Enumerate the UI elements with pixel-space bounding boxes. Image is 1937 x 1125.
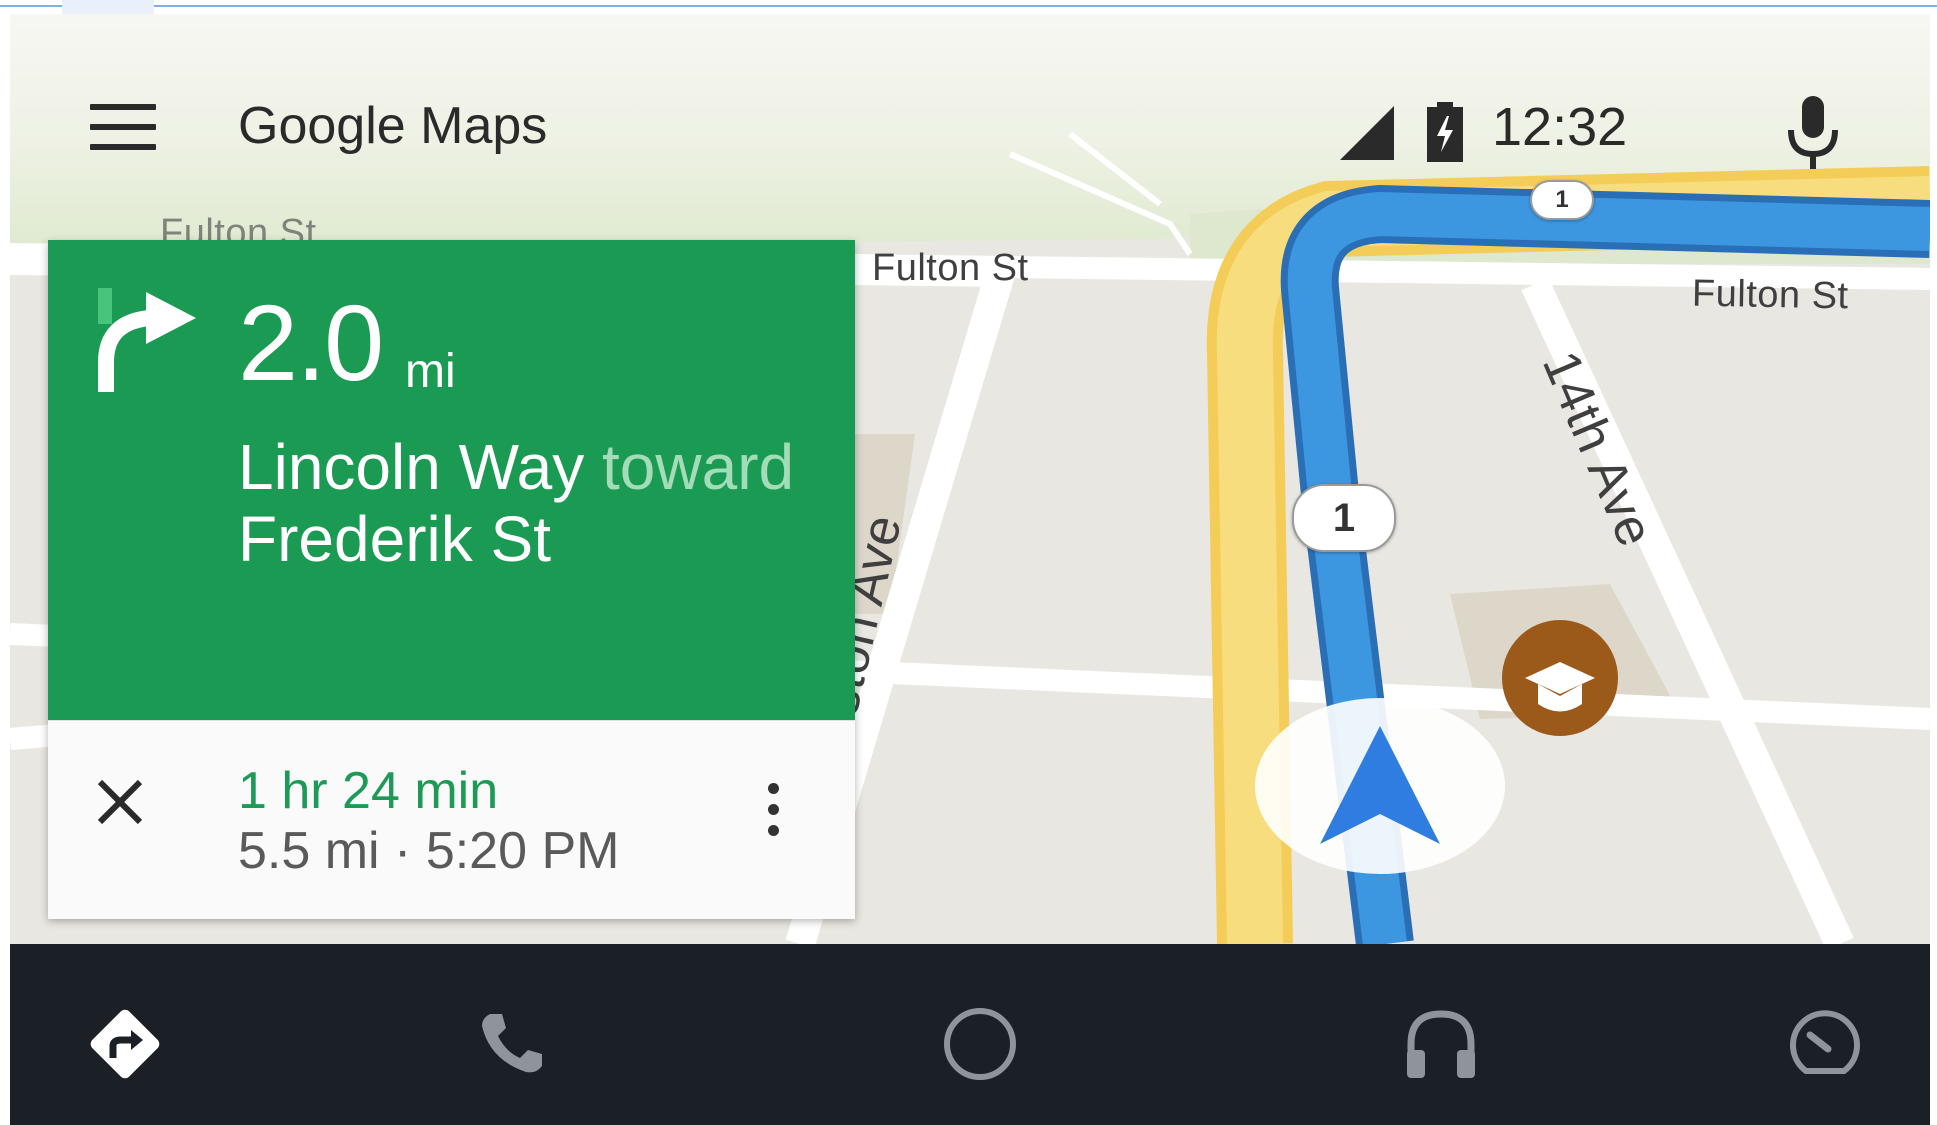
turn-instruction-panel[interactable]: 2.0 mi Lincoln Way toward Frederik St (48, 240, 855, 720)
route-shield: 1 (1292, 484, 1396, 552)
turn-right-icon (98, 292, 196, 392)
window-tab (62, 0, 154, 14)
headphones-icon (1407, 1010, 1475, 1078)
home-button[interactable] (935, 999, 1025, 1089)
signal-icon (1340, 106, 1394, 160)
distance-unit: mi (405, 345, 456, 398)
street-name: Lincoln Way (238, 431, 585, 503)
window-top-line (0, 5, 1937, 7)
speedometer-icon (1790, 1010, 1860, 1074)
clock: 12:32 (1492, 97, 1628, 157)
phone-icon (482, 1014, 542, 1073)
navigation-button[interactable] (80, 999, 170, 1089)
eta-details: 5.5 mi · 5:20 PM (238, 822, 620, 880)
android-auto-screen: Fulton St Fulton St Fulton St Funston Av… (10, 14, 1930, 1125)
next-street: Lincoln Way toward (238, 430, 794, 504)
navigation-card[interactable]: 2.0 mi Lincoln Way toward Frederik St 1 … (48, 240, 855, 919)
app-bar: Google Maps 12:32 (10, 14, 1930, 214)
microphone-icon[interactable] (1785, 96, 1841, 172)
close-icon[interactable] (96, 778, 144, 826)
toward-label: toward (602, 431, 795, 503)
street-label-fulton: Fulton St (1691, 272, 1849, 318)
battery-charging-icon (1427, 102, 1463, 162)
app-title: Google Maps (238, 97, 548, 155)
distance-value: 2.0 (238, 282, 384, 403)
toward-street: Frederik St (238, 503, 551, 575)
navigation-icon (90, 1009, 160, 1079)
bottom-nav-bar (10, 944, 1930, 1125)
menu-icon[interactable] (90, 104, 156, 154)
home-circle-icon (944, 1008, 1016, 1080)
music-button[interactable] (1396, 999, 1486, 1089)
eta-panel[interactable]: 1 hr 24 min 5.5 mi · 5:20 PM (48, 720, 855, 919)
dashboard-button[interactable] (1780, 999, 1870, 1089)
eta-duration: 1 hr 24 min (238, 762, 499, 820)
street-label-fulton: Fulton St (872, 247, 1029, 289)
phone-button[interactable] (467, 999, 557, 1089)
more-vert-icon[interactable] (768, 783, 782, 846)
